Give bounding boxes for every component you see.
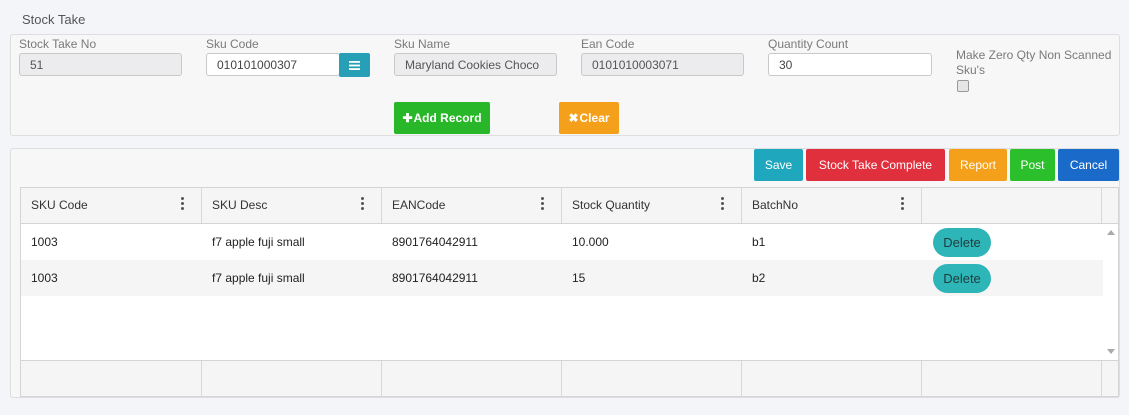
cell-stock-quantity: 15 — [572, 271, 586, 285]
kebab-icon[interactable] — [361, 197, 365, 211]
report-button[interactable]: Report — [949, 149, 1007, 181]
page-title: Stock Take — [22, 12, 86, 27]
column-header-actions — [922, 188, 1102, 223]
grid-header: SKU Code SKU Desc EANCode Stock Quantity… — [21, 188, 1118, 224]
stock-take-no-label: Stock Take No — [19, 37, 97, 51]
post-button[interactable]: Post — [1010, 149, 1055, 181]
column-header-stock-quantity[interactable]: Stock Quantity — [562, 188, 742, 223]
column-header-ean-code[interactable]: EANCode — [382, 188, 562, 223]
kebab-icon[interactable] — [181, 197, 185, 211]
stock-take-form: Stock Take No Sku Code Sku Name Ean Code… — [10, 34, 1120, 136]
quantity-count-label: Quantity Count — [768, 37, 849, 51]
stock-take-complete-button[interactable]: Stock Take Complete — [806, 149, 945, 181]
zero-qty-label: Make Zero Qty Non Scanned Sku's — [956, 48, 1112, 77]
column-header-label: Stock Quantity — [572, 198, 651, 212]
footer-cell — [742, 361, 922, 397]
zero-qty-checkbox[interactable] — [957, 80, 969, 92]
plus-icon: ✚ — [402, 111, 413, 125]
add-record-button[interactable]: ✚ Add Record — [394, 102, 490, 134]
sku-name-field: Sku Name — [394, 37, 557, 76]
cell-stock-quantity: 10.000 — [572, 235, 609, 249]
stock-take-no-input[interactable] — [19, 53, 182, 76]
scroll-up-icon[interactable] — [1107, 230, 1115, 235]
grid-footer — [21, 360, 1118, 397]
add-record-label: Add Record — [413, 111, 482, 125]
cell-batch-no: b2 — [752, 271, 766, 285]
kebab-icon[interactable] — [721, 197, 725, 211]
column-header-label: BatchNo — [752, 198, 799, 212]
column-header-sku-code[interactable]: SKU Code — [21, 188, 202, 223]
grid-panel: Save Stock Take Complete Report Post Can… — [10, 148, 1120, 398]
footer-cell — [382, 361, 562, 397]
vertical-scrollbar[interactable] — [1103, 224, 1118, 360]
clear-button[interactable]: ✖ Clear — [559, 102, 619, 134]
ean-code-input[interactable] — [581, 53, 744, 76]
cell-sku-desc: f7 apple fuji small — [212, 271, 305, 285]
table-row[interactable]: 1003 f7 apple fuji small 8901764042911 1… — [21, 224, 1103, 260]
scroll-down-icon[interactable] — [1107, 349, 1115, 354]
sku-name-label: Sku Name — [394, 37, 451, 51]
cell-ean-code: 8901764042911 — [392, 271, 478, 285]
kebab-icon[interactable] — [541, 197, 545, 211]
delete-button[interactable]: Delete — [933, 228, 991, 257]
column-header-sku-desc[interactable]: SKU Desc — [202, 188, 382, 223]
ean-code-field: Ean Code — [581, 37, 744, 76]
column-header-label: SKU Desc — [212, 198, 268, 212]
table-row[interactable]: 1003 f7 apple fuji small 8901764042911 1… — [21, 260, 1103, 296]
delete-button[interactable]: Delete — [933, 264, 991, 293]
quantity-count-field: Quantity Count — [768, 37, 932, 76]
save-button[interactable]: Save — [754, 149, 803, 181]
x-icon: ✖ — [568, 111, 579, 125]
cell-sku-code: 1003 — [31, 271, 58, 285]
sku-code-label: Sku Code — [206, 37, 259, 51]
column-header-label: EANCode — [392, 198, 446, 212]
sku-code-field: Sku Code — [206, 37, 370, 77]
footer-cell — [562, 361, 742, 397]
column-header-batch-no[interactable]: BatchNo — [742, 188, 922, 223]
sku-name-input[interactable] — [394, 53, 557, 76]
clear-label: Clear — [579, 111, 610, 125]
sku-code-input[interactable] — [206, 53, 340, 76]
kebab-icon[interactable] — [901, 197, 905, 211]
menu-icon — [349, 60, 360, 70]
cell-sku-code: 1003 — [31, 235, 58, 249]
cell-batch-no: b1 — [752, 235, 766, 249]
ean-code-label: Ean Code — [581, 37, 635, 51]
stock-grid: SKU Code SKU Desc EANCode Stock Quantity… — [20, 187, 1119, 397]
stock-take-no-field: Stock Take No — [19, 37, 182, 76]
quantity-count-input[interactable] — [768, 53, 932, 76]
sku-lookup-button[interactable] — [339, 53, 370, 77]
footer-cell — [922, 361, 1102, 397]
cancel-button[interactable]: Cancel — [1058, 149, 1119, 181]
footer-cell — [21, 361, 202, 397]
cell-ean-code: 8901764042911 — [392, 235, 478, 249]
cell-sku-desc: f7 apple fuji small — [212, 235, 305, 249]
column-header-label: SKU Code — [31, 198, 88, 212]
footer-cell — [202, 361, 382, 397]
